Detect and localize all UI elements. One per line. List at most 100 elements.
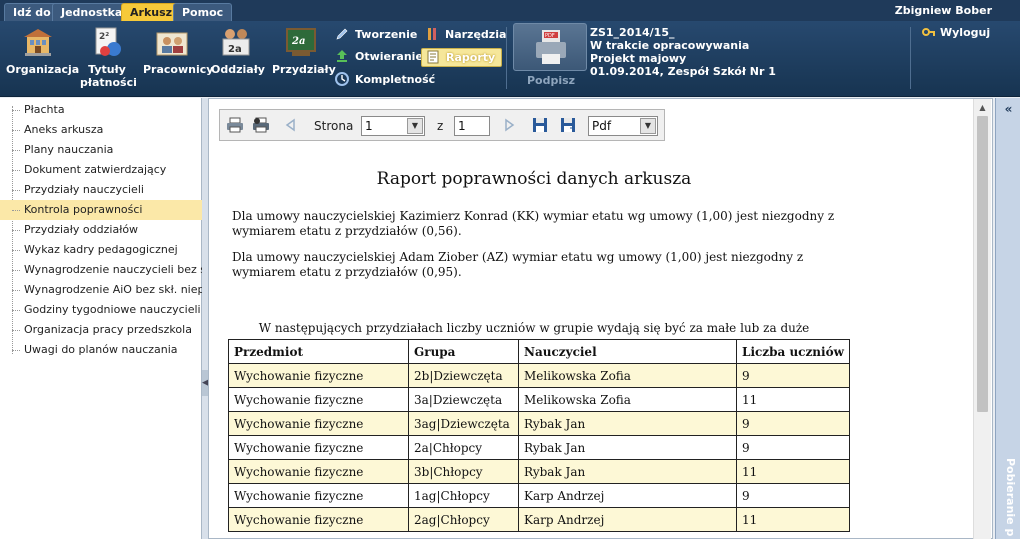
- export-format-value: Pdf: [592, 119, 612, 133]
- sidebar-item-przydzialy-nauczycieli[interactable]: Przydziały nauczycieli: [0, 180, 202, 200]
- sidebar-item-wynagrodzenie-aio[interactable]: Wynagrodzenie AiO bez skł. niep.: [0, 280, 202, 300]
- cell-nauczyciel: Karp Andrzej: [518, 483, 737, 508]
- next-page-icon[interactable]: [504, 118, 518, 134]
- otwieranie-label: Otwieranie: [355, 50, 423, 63]
- logout-button[interactable]: Wyloguj: [922, 26, 990, 41]
- doc-info-project: Projekt majowy: [590, 52, 687, 65]
- report-message: Dla umowy nauczycielskiej Kazimierz Konr…: [232, 209, 835, 238]
- oddzialy-button[interactable]: 2a Oddziały: [211, 25, 265, 76]
- cell-liczba-uczniow: 9: [736, 483, 850, 508]
- tworzenie-label: Tworzenie: [355, 28, 418, 41]
- report-scrollbar[interactable]: ▲: [973, 99, 991, 539]
- podpisz-label: Podpisz: [526, 74, 576, 87]
- cell-przedmiot: Wychowanie fizyczne: [228, 435, 409, 460]
- scroll-up-icon[interactable]: ▲: [974, 99, 991, 116]
- table-row: Wychowanie fizyczne 3a|Dziewczęta Meliko…: [228, 387, 850, 412]
- cell-grupa: 1ag|Chłopcy: [408, 483, 519, 508]
- otwieranie-button[interactable]: Otwieranie: [335, 47, 423, 67]
- save-as-icon[interactable]: [560, 117, 578, 133]
- sidebar-item-organizacja-przedszkola[interactable]: Organizacja pracy przedszkola: [0, 320, 202, 340]
- print-icon[interactable]: [226, 117, 244, 133]
- tworzenie-button[interactable]: Tworzenie: [335, 25, 417, 45]
- organizacja-button[interactable]: Organizacja: [6, 25, 79, 76]
- user-name: Zbigniew Bober: [894, 4, 992, 17]
- table-row: Wychowanie fizyczne 2b|Dziewczęta Meliko…: [228, 363, 850, 388]
- cell-nauczyciel: Melikowska Zofia: [518, 387, 737, 412]
- table-row: Wychowanie fizyczne 2a|Chłopcy Rybak Jan…: [228, 435, 850, 460]
- cell-liczba-uczniow: 9: [736, 363, 850, 388]
- report-list-sidebar: Płachta Aneks arkusza Plany nauczania Do…: [0, 98, 202, 539]
- report-message: Dla umowy nauczycielskiej Adam Ziober (A…: [232, 250, 804, 279]
- open-arrow-icon: [335, 49, 349, 63]
- employees-icon: [155, 25, 189, 59]
- report-title: Raport poprawności danych arkusza: [376, 169, 692, 189]
- sidebar-item-plany-nauczania[interactable]: Plany nauczania: [0, 140, 202, 160]
- kompletnosc-button[interactable]: Kompletność: [335, 70, 435, 90]
- cell-nauczyciel: Rybak Jan: [518, 411, 737, 436]
- cell-przedmiot: Wychowanie fizyczne: [228, 363, 409, 388]
- podpisz-button[interactable]: PDF: [513, 23, 587, 71]
- toolbar-separator: [506, 27, 507, 89]
- save-icon[interactable]: [532, 117, 550, 133]
- downloads-panel-collapsed[interactable]: « Pobieranie p: [995, 98, 1020, 539]
- cell-liczba-uczniow: 9: [736, 411, 850, 436]
- expand-panel-icon[interactable]: «: [1000, 103, 1017, 118]
- downloads-panel-label[interactable]: Pobieranie p: [1004, 458, 1017, 536]
- doc-info-status: W trakcie opracowywania: [590, 39, 750, 52]
- page-select-value: 1: [365, 119, 373, 133]
- scrollbar-thumb[interactable]: [977, 116, 988, 412]
- page-select[interactable]: 1 ▼: [361, 116, 425, 136]
- svg-text:2²: 2²: [99, 32, 109, 42]
- sidebar-item-przydzialy-oddzialow[interactable]: Przydziały oddziałów: [0, 220, 202, 240]
- svg-text:2a: 2a: [291, 36, 305, 47]
- raporty-label: Raporty: [446, 51, 496, 64]
- toolbar-separator: [910, 27, 911, 89]
- cell-przedmiot: Wychowanie fizyczne: [228, 411, 409, 436]
- table-row: Wychowanie fizyczne 3ag|Dziewczęta Rybak…: [228, 411, 850, 436]
- sidebar-item-uwagi-do-planow[interactable]: Uwagi do planów nauczania: [0, 340, 202, 360]
- pencil-icon: [335, 27, 349, 41]
- cell-grupa: 3a|Dziewczęta: [408, 387, 519, 412]
- column-header-przedmiot: Przedmiot: [228, 339, 409, 364]
- cell-grupa: 2a|Chłopcy: [408, 435, 519, 460]
- column-header-nauczyciel: Nauczyciel: [518, 339, 737, 364]
- sidebar-item-wynagrodzenie-nauczycieli[interactable]: Wynagrodzenie nauczycieli bez skł. niep.: [0, 260, 202, 280]
- svg-text:2a: 2a: [228, 44, 242, 55]
- sidebar-item-kontrola-poprawnosci[interactable]: Kontrola poprawności: [0, 200, 202, 220]
- document-info: ZS1_2014/15_ W trakcie opracowywania Pro…: [590, 26, 776, 78]
- cell-grupa: 2ag|Chłopcy: [408, 507, 519, 532]
- tytuly-platnosci-button[interactable]: 2² Tytuły płatności: [80, 25, 137, 89]
- reports-icon: [426, 50, 440, 64]
- raporty-button[interactable]: Raporty: [421, 48, 503, 67]
- classes-icon: 2a: [219, 25, 253, 59]
- menu-tab-jednostka[interactable]: Jednostka: [52, 3, 132, 21]
- sidebar-item-plachta[interactable]: Płachta: [0, 100, 202, 120]
- svg-text:PDF: PDF: [545, 33, 555, 39]
- pracownicy-button[interactable]: Pracownicy: [143, 25, 213, 76]
- cell-przedmiot: Wychowanie fizyczne: [228, 507, 409, 532]
- column-header-grupa: Grupa: [408, 339, 519, 364]
- print-settings-icon[interactable]: [252, 117, 270, 133]
- top-menu-bar: Idź do Jednostka Arkusz Pomoc Zbigniew B…: [0, 0, 1020, 21]
- previous-page-icon[interactable]: [284, 118, 298, 134]
- printer-pdf-icon: PDF: [536, 30, 566, 64]
- sidebar-item-godziny-tygodniowe[interactable]: Godziny tygodniowe nauczycieli: [0, 300, 202, 320]
- page-label: Strona: [314, 119, 354, 133]
- students-count-table: Przedmiot Grupa Nauczyciel Liczba ucznió…: [228, 339, 850, 532]
- przydzialy-button[interactable]: 2a Przydziały: [272, 25, 336, 76]
- menu-tab-pomoc[interactable]: Pomoc: [173, 3, 233, 21]
- total-pages-field[interactable]: 1: [454, 116, 490, 136]
- doc-info-name: ZS1_2014/15_: [590, 26, 675, 39]
- table-row: Wychowanie fizyczne 2ag|Chłopcy Karp And…: [228, 507, 850, 532]
- export-format-select[interactable]: Pdf ▼: [588, 116, 658, 136]
- report-viewer-toolbar: Strona 1 ▼ z 1 Pdf ▼: [219, 109, 665, 141]
- sidebar-item-dokument-zatwierdzajacy[interactable]: Dokument zatwierdzający: [0, 160, 202, 180]
- sidebar-item-aneks-arkusza[interactable]: Aneks arkusza: [0, 120, 202, 140]
- cell-nauczyciel: Melikowska Zofia: [518, 363, 737, 388]
- narzedzia-button[interactable]: Narzędzia: [425, 25, 506, 45]
- cell-liczba-uczniow: 11: [736, 507, 850, 532]
- cell-grupa: 2b|Dziewczęta: [408, 363, 519, 388]
- cell-grupa: 3ag|Dziewczęta: [408, 411, 519, 436]
- sidebar-item-wykaz-kadry[interactable]: Wykaz kadry pedagogicznej: [0, 240, 202, 260]
- tools-icon: [425, 27, 439, 41]
